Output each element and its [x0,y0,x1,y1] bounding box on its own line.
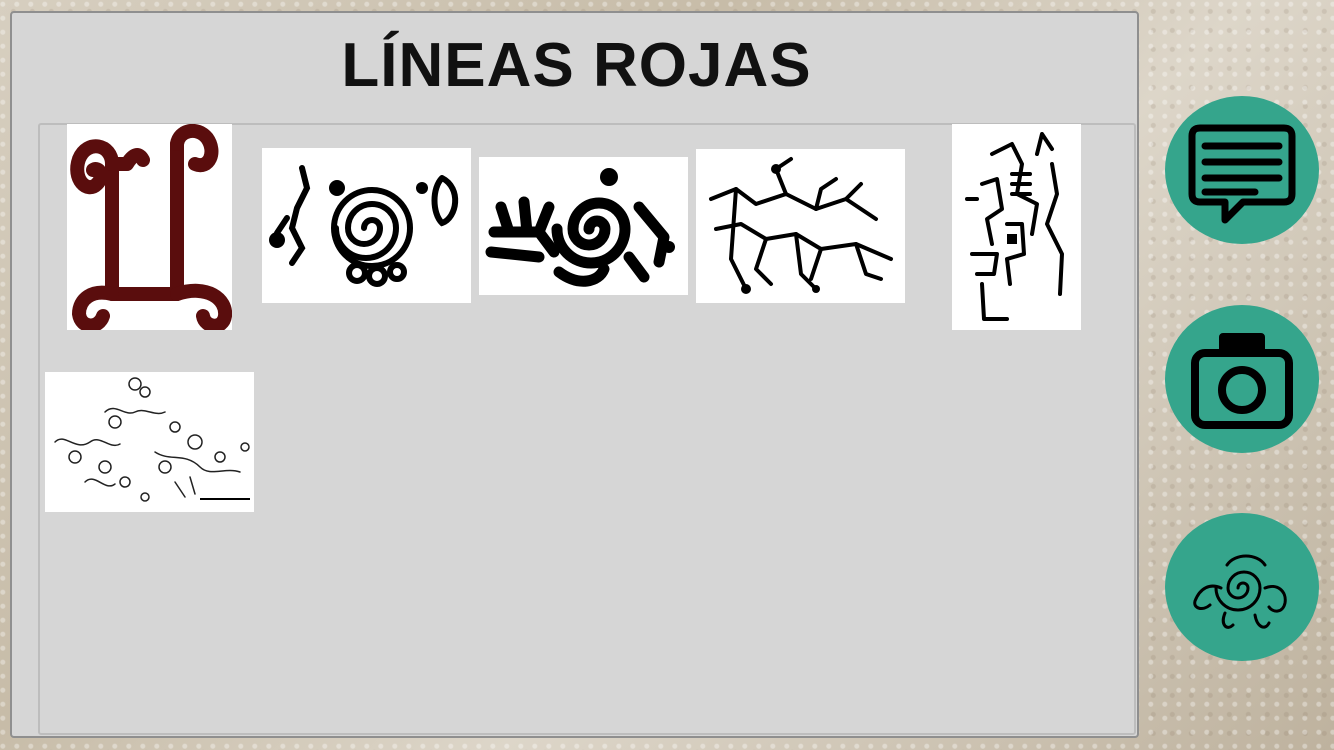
spiral-figures-petroglyph-image [269,165,459,287]
red-scroll-petroglyph-image [70,124,232,330]
page-title: LÍNEAS ROJAS [341,31,812,100]
gallery-item-4[interactable] [696,149,905,303]
image-grid [38,123,1136,735]
chat-bubble-icon [1188,124,1296,224]
camera-button[interactable] [1165,305,1319,453]
chat-button[interactable] [1165,96,1319,244]
gallery-item-1[interactable] [67,124,232,330]
gallery-item-6[interactable] [45,372,254,512]
maze-petroglyph-image [965,132,1064,321]
gallery-item-2[interactable] [262,148,471,303]
petroglyph-button[interactable] [1165,513,1319,661]
branching-lines-petroglyph-image [709,157,893,294]
scattered-figures-petroglyph-image [54,377,250,502]
gallery-item-3[interactable] [479,157,688,295]
spiral-glyph-icon [1193,554,1287,629]
camera-icon [1191,333,1293,429]
main-panel: LÍNEAS ROJAS [10,11,1139,738]
spiral-branch-petroglyph-image [485,168,675,287]
gallery-item-5[interactable] [952,124,1081,330]
